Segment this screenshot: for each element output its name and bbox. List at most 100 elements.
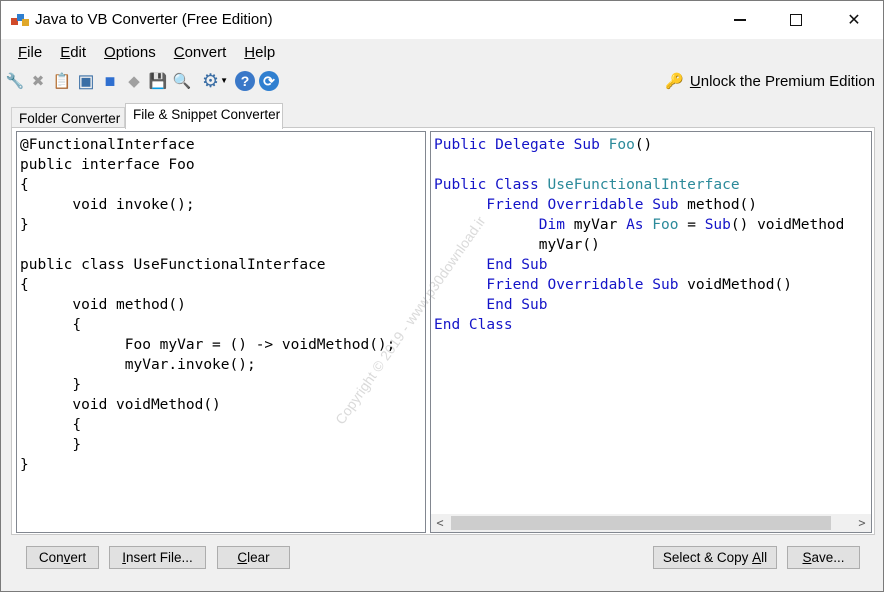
java-code-line: {: [20, 317, 82, 333]
help-button[interactable]: ?: [234, 70, 256, 92]
java-code-line: void voidMethod(): [20, 397, 221, 413]
maximize-button[interactable]: [767, 1, 825, 39]
menu-options-mnemonic: O: [104, 44, 116, 61]
vb-code-token: =: [678, 217, 705, 233]
menu-help[interactable]: Help: [235, 41, 284, 65]
convert-button[interactable]: Con v ert: [26, 546, 99, 569]
java-code-line: }: [20, 217, 29, 233]
select-copy-all-button[interactable]: Select & Copy All: [653, 546, 777, 569]
java-code-line: myVar.invoke();: [20, 357, 256, 373]
paste-button[interactable]: 📋: [51, 70, 73, 92]
vb-code-token: (): [634, 137, 653, 153]
maximize-icon: [790, 14, 802, 26]
menu-convert[interactable]: Convert: [165, 41, 236, 65]
vb-code-line: myVar(): [434, 235, 844, 255]
convert-mnemonic: v: [63, 550, 71, 565]
menu-help-mnemonic: H: [244, 44, 256, 61]
java-code-line: {: [20, 177, 29, 193]
insert-file-button[interactable]: Insert File...: [109, 546, 206, 569]
vb-code-line: Dim myVar As Foo = Sub() voidMethod: [434, 215, 845, 235]
menu-bar: File Edit Options Convert Help: [1, 41, 883, 65]
menu-edit[interactable]: Edit: [51, 41, 95, 65]
java-code-line: [20, 235, 395, 255]
find-button[interactable]: 🔍: [171, 70, 193, 92]
java-code-line: @FunctionalInterface: [20, 137, 195, 153]
clear-button[interactable]: Clear: [217, 546, 290, 569]
minimize-icon: [734, 19, 746, 21]
vb-code-token: voidMethod(): [687, 277, 792, 293]
vb-code-token: End Sub: [434, 257, 548, 273]
delete-button[interactable]: ✖: [27, 70, 49, 92]
refresh-icon: ⟳: [259, 71, 279, 91]
close-icon: ✕: [847, 12, 861, 29]
java-code-editor[interactable]: @FunctionalInterface public interface Foo…: [16, 131, 426, 533]
dropdown-arrow-icon: ▼: [220, 76, 228, 85]
vb-code-token: Foo: [652, 217, 679, 233]
tab-panel: @FunctionalInterface public interface Foo…: [11, 127, 875, 535]
search-icon: 🔍: [172, 72, 192, 90]
select-copy-label-a: Select & Copy: [662, 550, 753, 565]
save-toolbar-button[interactable]: 💾: [147, 70, 169, 92]
java-code-line: public class UseFunctionalInterface: [20, 257, 326, 273]
vb-code-line: [434, 155, 844, 175]
select-copy-label-b: ll: [761, 550, 768, 565]
eraser-icon: ◆: [128, 72, 140, 90]
vb-code-token: Friend Overridable Sub: [434, 277, 688, 293]
scroll-left-icon[interactable]: <: [431, 514, 449, 532]
vb-code-line: Friend Overridable Sub voidMethod(): [434, 275, 844, 295]
vb-code-token: Sub: [704, 217, 731, 233]
refresh-button[interactable]: ⟳: [258, 70, 280, 92]
scroll-right-icon[interactable]: >: [853, 514, 871, 532]
window-button[interactable]: ▣: [75, 70, 97, 92]
toolbar: 🔧 ✖ 📋 ▣ ■ ◆ 💾 🔍 ⚙ ▼ ? ⟳ 🔑 Unlock the Prem…: [1, 67, 883, 97]
menu-help-label: elp: [255, 44, 276, 61]
horizontal-scrollbar[interactable]: < >: [431, 514, 871, 532]
vb-code-text: Public Delegate Sub Foo() Public Class U…: [434, 135, 844, 335]
save-icon: 💾: [148, 72, 168, 90]
eraser-button[interactable]: ◆: [123, 70, 145, 92]
insert-label-b: nsert File...: [125, 550, 193, 565]
vb-code-editor[interactable]: Public Delegate Sub Foo() Public Class U…: [430, 131, 872, 533]
vb-code-line: Friend Overridable Sub method(): [434, 195, 844, 215]
clear-mnemonic: C: [237, 550, 248, 565]
select-copy-mnemonic: A: [752, 550, 762, 565]
java-code-line: Foo myVar = () -> voidMethod();: [20, 337, 396, 353]
vb-code-token: End Sub: [434, 297, 548, 313]
java-code-line: void invoke();: [20, 197, 195, 213]
menu-convert-mnemonic: C: [173, 44, 185, 61]
menu-options-label: ptions: [115, 44, 156, 61]
select-all-button[interactable]: ■: [99, 70, 121, 92]
minimize-button[interactable]: [711, 1, 769, 39]
unlock-label: nlock the Premium Edition: [700, 72, 875, 90]
java-code-text: @FunctionalInterface public interface Foo…: [20, 135, 395, 475]
vb-code-token: myVar: [573, 217, 627, 233]
gear-icon: ⚙: [202, 70, 220, 92]
vb-code-token: Public Class: [434, 177, 548, 193]
window-title: Java to VB Converter (Free Edition): [35, 11, 273, 28]
menu-file[interactable]: File: [9, 41, 51, 65]
scrollbar-thumb[interactable]: [451, 516, 831, 530]
save-button[interactable]: Save...: [787, 546, 860, 569]
vb-code-token: () voidMethod: [730, 217, 845, 233]
tab-folder-converter[interactable]: Folder Converter: [11, 107, 125, 129]
vb-code-token: As: [626, 217, 653, 233]
delete-icon: ✖: [31, 72, 45, 90]
paste-icon: 📋: [52, 72, 72, 90]
java-code-line: void method(): [20, 297, 186, 313]
vb-code-line: End Class: [434, 315, 844, 335]
settings-dropdown-button[interactable]: ⚙ ▼: [201, 70, 229, 92]
menu-convert-label: onvert: [184, 44, 227, 61]
select-all-icon: ■: [104, 71, 116, 91]
wrench-icon: 🔧: [5, 72, 25, 90]
window-icon: ▣: [77, 71, 95, 91]
menu-options[interactable]: Options: [95, 41, 165, 65]
unlock-premium-link[interactable]: 🔑 Unlock the Premium Edition: [665, 72, 875, 91]
close-button[interactable]: ✕: [825, 1, 883, 39]
vb-code-token: Friend Overridable Sub: [434, 197, 688, 213]
tab-file-snippet-converter[interactable]: File & Snippet Converter: [125, 103, 283, 129]
menu-file-label: ile: [27, 44, 43, 61]
menu-file-mnemonic: F: [18, 44, 28, 61]
wrench-button[interactable]: 🔧: [4, 70, 26, 92]
help-icon: ?: [235, 71, 255, 91]
vb-code-token: method(): [687, 197, 758, 213]
